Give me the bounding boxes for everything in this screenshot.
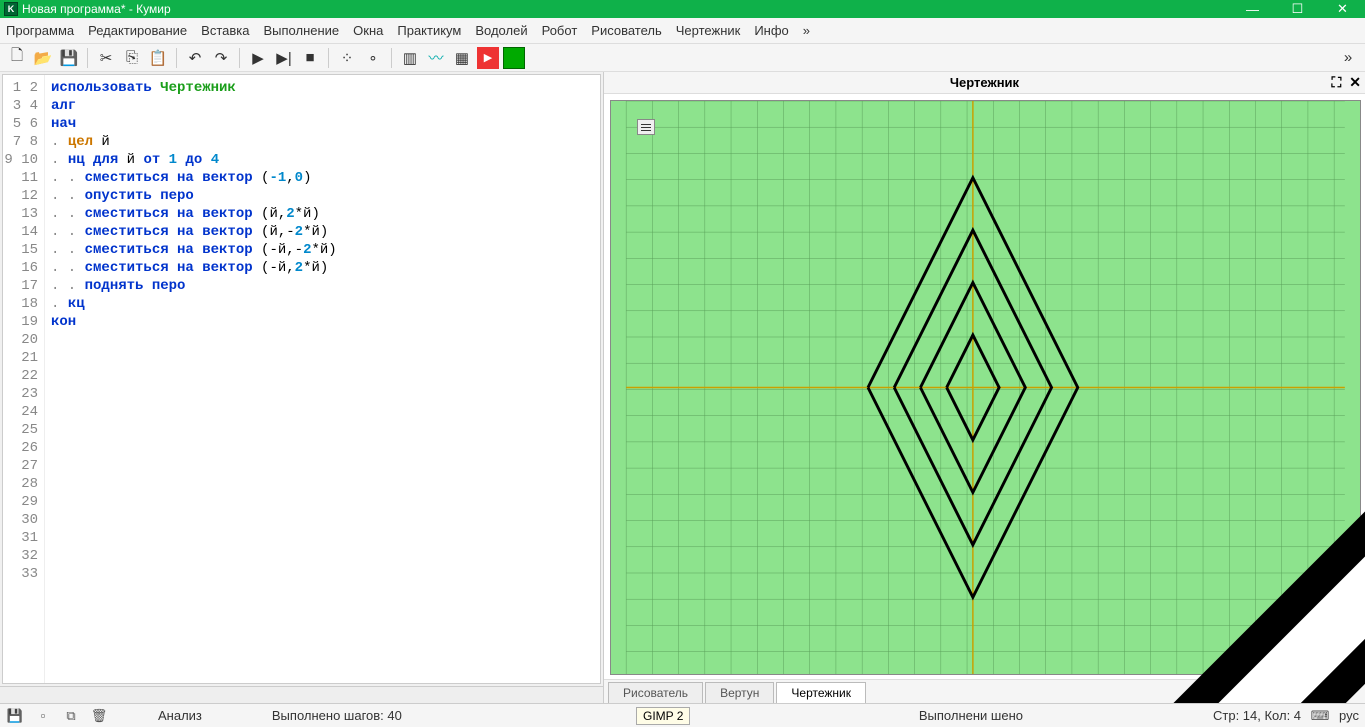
toolbar: 🗋 📂 💾 ✂ ⎘ 📋 ↶ ↷ ▶ ▶| ■ ⁘ ∘ ▥ 〰 ▦ ▶ »	[0, 44, 1365, 72]
canvas-pane: Чертежник ⛶ ✕	[604, 72, 1365, 703]
canvas-close-icon[interactable]: ✕	[1349, 74, 1361, 91]
cut-icon[interactable]: ✂	[95, 47, 117, 69]
menubar: Программа Редактирование Вставка Выполне…	[0, 18, 1365, 44]
window-title: Новая программа* - Кумир	[22, 2, 171, 16]
menu-program[interactable]: Программа	[6, 23, 74, 38]
status-analysis: Анализ	[158, 708, 202, 723]
menu-robot[interactable]: Робот	[542, 23, 578, 38]
panel5-icon[interactable]	[503, 47, 525, 69]
tab-drafter[interactable]: Чертежник	[776, 682, 866, 703]
status-delete-icon[interactable]: 🗑	[90, 707, 108, 725]
tool1-icon[interactable]: ⁘	[336, 47, 358, 69]
menu-vodoley[interactable]: Водолей	[475, 23, 527, 38]
tool2-icon[interactable]: ∘	[362, 47, 384, 69]
maximize-button[interactable]: ☐	[1275, 0, 1320, 18]
menu-windows[interactable]: Окна	[353, 23, 383, 38]
status-cursor-pos: Стр: 14, Кол: 4	[1213, 708, 1301, 723]
line-gutter: 1 2 3 4 5 6 7 8 9 10 11 12 13 14 15 16 1…	[3, 75, 45, 683]
code-editor[interactable]: 1 2 3 4 5 6 7 8 9 10 11 12 13 14 15 16 1…	[2, 74, 601, 684]
panel3-icon[interactable]: ▦	[451, 47, 473, 69]
menu-practicum[interactable]: Практикум	[397, 23, 461, 38]
menu-more[interactable]: »	[803, 23, 810, 38]
minimize-button[interactable]: —	[1230, 0, 1275, 18]
stop-icon[interactable]: ■	[299, 47, 321, 69]
status-tool1-icon[interactable]: ▫	[34, 707, 52, 725]
menu-drafter[interactable]: Чертежник	[676, 23, 741, 38]
window-titlebar: K Новая программа* - Кумир — ☐ ✕	[0, 0, 1365, 18]
status-copy-icon[interactable]: ⧉	[62, 707, 80, 725]
editor-pane: 1 2 3 4 5 6 7 8 9 10 11 12 13 14 15 16 1…	[0, 72, 604, 703]
canvas-expand-icon[interactable]: ⛶	[1331, 74, 1341, 91]
open-file-icon[interactable]: 📂	[32, 47, 54, 69]
undo-icon[interactable]: ↶	[184, 47, 206, 69]
separator	[87, 48, 88, 68]
tab-painter[interactable]: Рисователь	[608, 682, 703, 703]
close-button[interactable]: ✕	[1320, 0, 1365, 18]
panel4-icon[interactable]: ▶	[477, 47, 499, 69]
status-done: Выполнени шено	[919, 708, 1023, 723]
panel2-icon[interactable]: 〰	[425, 47, 447, 69]
separator	[176, 48, 177, 68]
separator	[239, 48, 240, 68]
gimp-tooltip: GIMP 2	[636, 707, 690, 725]
menu-insert[interactable]: Вставка	[201, 23, 249, 38]
canvas-title: Чертежник	[950, 75, 1019, 90]
canvas-header: Чертежник ⛶ ✕	[604, 72, 1365, 94]
redo-icon[interactable]: ↷	[210, 47, 232, 69]
status-save-icon[interactable]: 💾	[6, 707, 24, 725]
drawing-canvas[interactable]	[610, 100, 1361, 675]
pen-cursor-icon	[859, 379, 1365, 703]
separator	[328, 48, 329, 68]
code-content[interactable]: использовать Чертежник алг нач . цел й .…	[45, 75, 600, 683]
new-file-icon[interactable]: 🗋	[6, 47, 28, 69]
menu-run[interactable]: Выполнение	[263, 23, 339, 38]
separator	[391, 48, 392, 68]
app-logo-icon: K	[4, 2, 18, 16]
toolbar-more-icon[interactable]: »	[1337, 47, 1359, 69]
run-icon[interactable]: ▶	[247, 47, 269, 69]
keyboard-icon[interactable]: ⌨	[1311, 707, 1329, 725]
menu-info[interactable]: Инфо	[754, 23, 788, 38]
copy-icon[interactable]: ⎘	[121, 47, 143, 69]
editor-hscroll[interactable]	[0, 686, 603, 703]
status-lang: рус	[1339, 708, 1359, 723]
canvas-menu-icon[interactable]	[637, 119, 655, 135]
save-file-icon[interactable]: 💾	[58, 47, 80, 69]
step-icon[interactable]: ▶|	[273, 47, 295, 69]
menu-painter[interactable]: Рисователь	[591, 23, 661, 38]
status-steps: Выполнено шагов: 40	[272, 708, 402, 723]
tab-vertun[interactable]: Вертун	[705, 682, 774, 703]
paste-icon[interactable]: 📋	[147, 47, 169, 69]
menu-edit[interactable]: Редактирование	[88, 23, 187, 38]
panel1-icon[interactable]: ▥	[399, 47, 421, 69]
